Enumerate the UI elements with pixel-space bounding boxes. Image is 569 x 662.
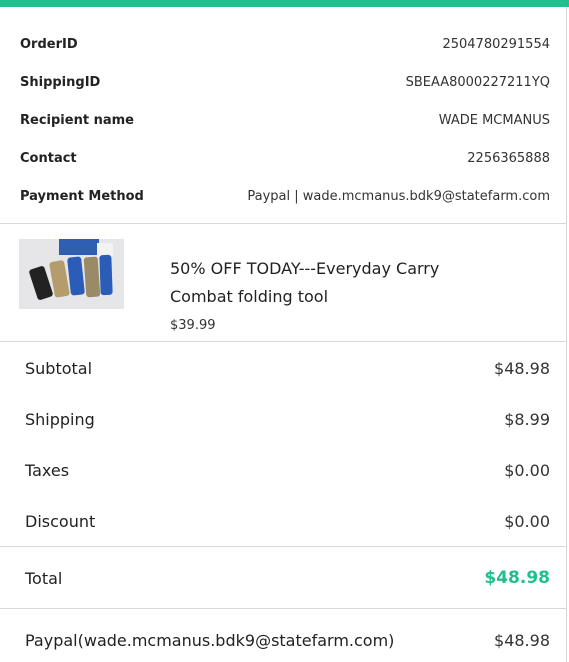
product-title-line-2: Combat folding tool xyxy=(170,287,329,306)
total-value: $48.98 xyxy=(484,568,550,588)
divider xyxy=(0,341,566,342)
discount-value: $0.00 xyxy=(504,511,550,531)
subtotal-row: Subtotal $48.98 xyxy=(25,356,550,380)
discount-row: Discount $0.00 xyxy=(25,509,550,533)
payment-label: Paypal(wade.mcmanus.bdk9@statefarm.com) xyxy=(25,630,395,650)
order-id-label: OrderID xyxy=(20,36,78,52)
taxes-row: Taxes $0.00 xyxy=(25,458,550,482)
shipping-id-label: ShippingID xyxy=(20,74,101,90)
card-border xyxy=(566,7,567,662)
divider xyxy=(0,546,566,547)
divider xyxy=(0,608,566,609)
recipient-value: WADE MCMANUS xyxy=(438,112,550,128)
product-title-line-1: 50% OFF TODAY---Everyday Carry xyxy=(170,259,440,278)
shipping-id-value: SBEAA8000227211YQ xyxy=(405,74,550,90)
product-price: $39.99 xyxy=(170,318,216,333)
product-title[interactable]: 50% OFF TODAY---Everyday Carry Combat fo… xyxy=(170,255,500,311)
payment-method-label: Payment Method xyxy=(20,188,144,204)
discount-label: Discount xyxy=(25,511,96,531)
order-id-value: 2504780291554 xyxy=(442,36,550,52)
shipping-value: $8.99 xyxy=(504,409,550,429)
shipping-row: Shipping $8.99 xyxy=(25,407,550,431)
recipient-row: Recipient name WADE MCMANUS xyxy=(20,110,550,130)
taxes-value: $0.00 xyxy=(504,460,550,480)
recipient-label: Recipient name xyxy=(20,112,134,128)
shipping-label: Shipping xyxy=(25,409,95,429)
contact-value: 2256365888 xyxy=(467,150,550,166)
payment-method-value: Paypal | wade.mcmanus.bdk9@statefarm.com xyxy=(247,188,550,204)
payment-value: $48.98 xyxy=(494,630,550,650)
taxes-label: Taxes xyxy=(25,460,70,480)
knife-product-icon xyxy=(19,239,124,309)
total-row: Total $48.98 xyxy=(25,566,550,590)
contact-label: Contact xyxy=(20,150,77,166)
payment-method-row: Payment Method Paypal | wade.mcmanus.bdk… xyxy=(20,186,550,206)
divider xyxy=(0,223,566,224)
product-image[interactable] xyxy=(19,239,124,309)
total-label: Total xyxy=(25,568,63,588)
order-id-row: OrderID 2504780291554 xyxy=(20,34,550,54)
shipping-id-row: ShippingID SBEAA8000227211YQ xyxy=(20,72,550,92)
payment-row: Paypal(wade.mcmanus.bdk9@statefarm.com) … xyxy=(25,628,550,652)
subtotal-value: $48.98 xyxy=(494,358,550,378)
top-accent-bar xyxy=(0,0,569,7)
subtotal-label: Subtotal xyxy=(25,358,93,378)
contact-row: Contact 2256365888 xyxy=(20,148,550,168)
